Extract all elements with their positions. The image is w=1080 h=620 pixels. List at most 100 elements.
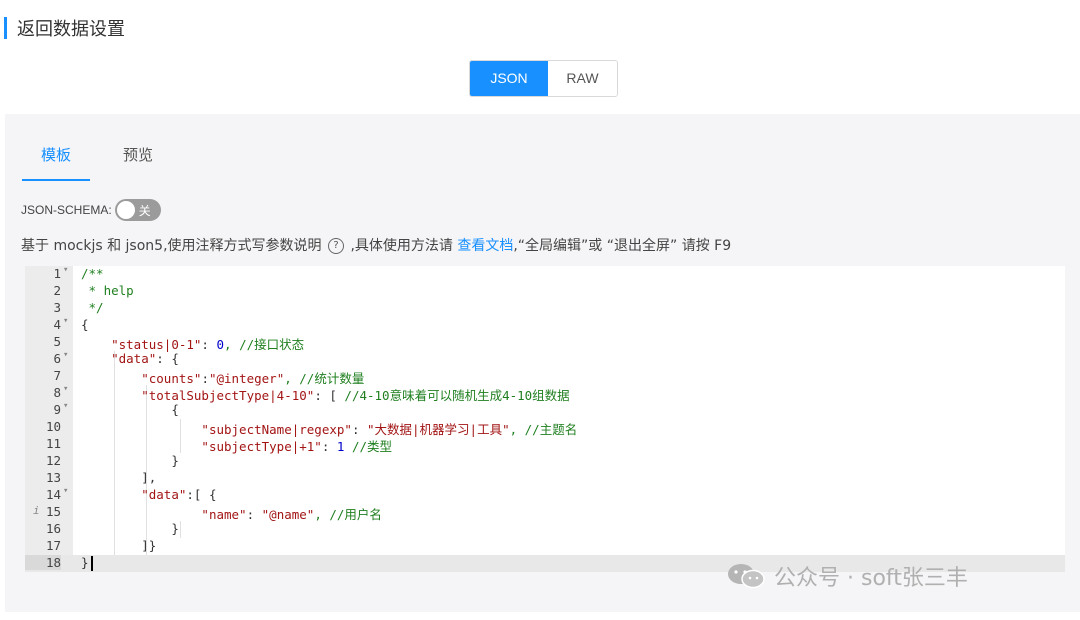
tab-bar: 模板 预览	[22, 144, 153, 181]
fold-chevron-icon[interactable]: ▾	[63, 401, 68, 411]
switch-state-text: 关	[138, 204, 151, 218]
section-title-text: 返回数据设置	[17, 19, 125, 40]
code-token: "status|0-1"	[111, 337, 202, 352]
code-line[interactable]: 13 ],	[25, 470, 1065, 487]
switch-knob	[116, 201, 135, 219]
code-text: {	[81, 402, 179, 417]
line-number: 6	[53, 351, 61, 366]
line-number: 8	[53, 385, 61, 400]
code-line[interactable]: 17 ]}	[25, 538, 1065, 555]
help-text: 基于 mockjs 和 json5,使用注释方式写参数说明 ? ,具体使用方法请…	[21, 235, 731, 255]
json-raw-toggle: JSON RAW	[469, 60, 618, 97]
title-accent-bar	[4, 17, 7, 39]
view-docs-link[interactable]: 查看文档	[457, 238, 513, 254]
code-token: , //用户名	[314, 507, 382, 522]
code-token: }	[171, 521, 179, 536]
question-icon[interactable]: ?	[327, 238, 344, 254]
code-token: {	[81, 317, 89, 332]
fold-chevron-icon[interactable]: ▾	[63, 384, 68, 394]
code-line[interactable]: 16 }	[25, 521, 1065, 538]
code-token: : {	[156, 351, 179, 366]
code-line[interactable]: 15 i "name": "@name", //用户名	[25, 504, 1065, 522]
code-token: /**	[81, 266, 104, 281]
code-text: * help	[81, 283, 134, 298]
code-token: :[ {	[186, 487, 217, 502]
code-text: ]}	[81, 538, 156, 553]
code-token: 0	[216, 337, 225, 352]
line-number: 13	[45, 470, 61, 485]
code-token: "data"	[141, 487, 187, 502]
line-number: 9	[53, 402, 61, 417]
watermark: 公众号 · soft张三丰	[726, 560, 968, 592]
json-schema-row: JSON-SCHEMA: 关	[21, 199, 161, 221]
code-token: */	[81, 300, 104, 315]
code-line[interactable]: 1 ▾ /**	[25, 266, 1065, 283]
code-token: "name"	[201, 507, 247, 522]
code-token: : [	[314, 388, 345, 403]
line-number: 2	[53, 283, 61, 298]
watermark-text: 公众号 · soft张三丰	[774, 566, 968, 591]
code-token: "@name"	[261, 507, 315, 522]
code-token: "@integer"	[208, 371, 285, 386]
line-number: 5	[53, 334, 61, 349]
code-token: "data"	[111, 351, 157, 366]
tab-preview[interactable]: 预览	[123, 144, 153, 181]
wechat-icon	[728, 564, 765, 589]
code-line[interactable]: 4 ▾ {	[25, 316, 1065, 334]
json-mode-button[interactable]: JSON	[470, 61, 548, 96]
code-token: ]}	[141, 538, 157, 553]
fold-chevron-icon[interactable]: ▾	[63, 486, 68, 496]
line-number: 14	[45, 487, 61, 502]
code-token: "subjectName|regexp"	[201, 422, 352, 437]
code-token: "subjectType|+1"	[201, 439, 322, 454]
raw-mode-button[interactable]: RAW	[548, 61, 617, 96]
help-text-middle: ,具体使用方法请	[350, 238, 453, 254]
code-token: {	[171, 402, 179, 417]
help-text-before: 基于 mockjs 和 json5,使用注释方式写参数说明	[21, 238, 322, 254]
fold-chevron-icon[interactable]: ▾	[63, 266, 68, 275]
code-line[interactable]: 3 */	[25, 300, 1065, 317]
tab-template[interactable]: 模板	[22, 144, 90, 181]
code-line[interactable]: 5 "status|0-1": 0, //接口状态	[25, 334, 1065, 352]
code-line[interactable]: 12 }	[25, 453, 1065, 470]
code-token: * help	[81, 283, 134, 298]
editor-panel: 模板 预览 JSON-SCHEMA: 关 基于 mockjs 和 json5,使…	[5, 114, 1080, 612]
line-number: 10	[45, 419, 61, 434]
json-schema-label: JSON-SCHEMA:	[21, 203, 112, 217]
code-token: ],	[141, 470, 157, 485]
code-line[interactable]: 14 ▾ "data":[ {	[25, 486, 1065, 504]
code-token: :	[246, 507, 262, 522]
fold-chevron-icon[interactable]: ▾	[63, 316, 68, 326]
json-schema-switch[interactable]: 关	[114, 199, 161, 221]
code-token: }	[171, 453, 179, 468]
line-number: 3	[53, 300, 61, 315]
code-line[interactable]: 2 * help	[25, 283, 1065, 300]
line-number: 4	[53, 317, 61, 332]
code-token: :	[321, 439, 337, 454]
code-editor[interactable]: 1 ▾/** 2 * help 3 */4 ▾{5 "status|0-1": 0, /…	[25, 266, 1065, 572]
line-number: 16	[45, 521, 61, 536]
code-line[interactable]: 8 ▾ "totalSubjectType|4-10": [ //4-10意味着可…	[25, 384, 1065, 403]
code-token: "counts"	[141, 371, 202, 386]
line-number: 18	[25, 555, 61, 570]
code-token: :	[201, 371, 209, 386]
line-number: 15	[45, 504, 61, 519]
section-title: 返回数据设置	[4, 14, 125, 42]
code-line[interactable]: 6 ▾ "data": {	[25, 350, 1065, 368]
code-text: */	[81, 300, 104, 315]
code-token: //4-10意味着可以随机生成4-10组数据	[344, 388, 570, 403]
line-number: 17	[45, 538, 61, 553]
code-line[interactable]: 9 ▾ {	[25, 401, 1065, 419]
info-icon: i	[33, 504, 40, 517]
line-number: 11	[45, 436, 61, 451]
fold-chevron-icon[interactable]: ▾	[63, 350, 68, 360]
code-line[interactable]: 10 "subjectName|regexp": "大数据|机器学习|工具", …	[25, 419, 1065, 437]
code-token: "大数据|机器学习|工具"	[367, 422, 510, 437]
code-token: }	[81, 555, 89, 570]
code-line[interactable]: 11 "subjectType|+1": 1 //类型	[25, 436, 1065, 454]
line-number: 7	[53, 368, 61, 383]
code-text: /**	[81, 266, 104, 281]
help-text-after: ,“全局编辑”或 “退出全屏” 请按 F9	[513, 238, 732, 254]
line-number: 1	[53, 266, 61, 281]
code-line[interactable]: 7 "counts":"@integer", //统计数量	[25, 368, 1065, 386]
